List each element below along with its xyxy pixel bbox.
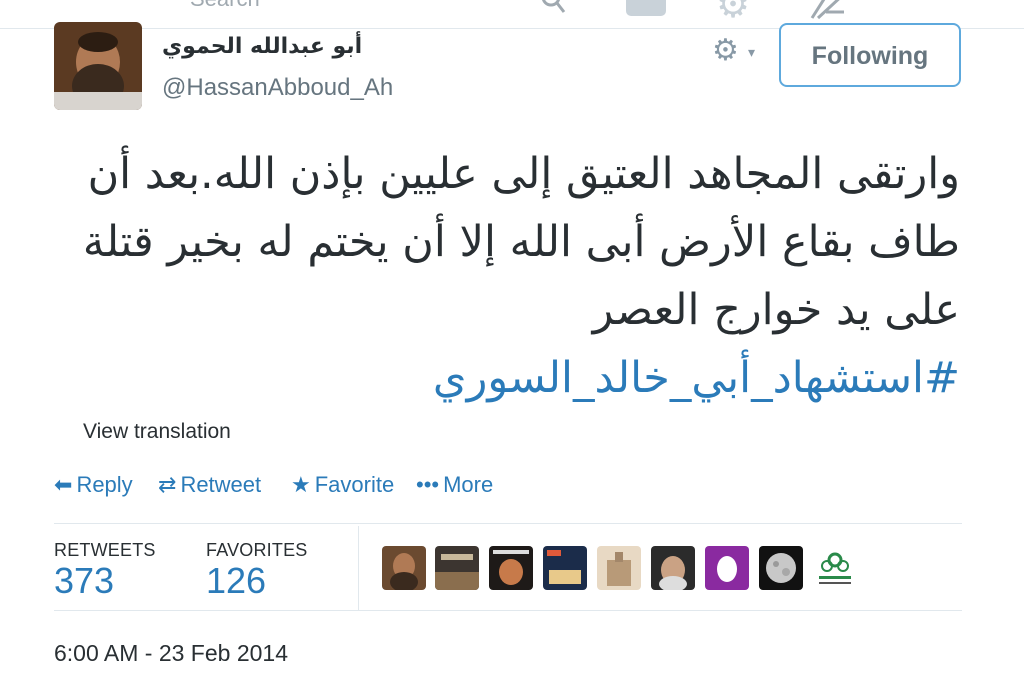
divider <box>358 526 359 610</box>
display-name[interactable]: أبو عبدالله الحموي <box>162 34 362 59</box>
favoriter-avatar[interactable] <box>813 546 857 590</box>
search-icon[interactable] <box>540 0 566 21</box>
favoriter-avatar[interactable] <box>759 546 803 590</box>
favorite-label: Favorite <box>314 472 395 497</box>
retweet-label: Retweet <box>180 472 262 497</box>
retweets-label: RETWEETS <box>54 540 156 560</box>
favorite-button[interactable]: ★ Favorite <box>291 472 394 498</box>
favoriter-avatar[interactable] <box>543 546 587 590</box>
tweet-line: طاف بقاع الأرض أبى الله إلا أن يختم له ب… <box>82 217 960 267</box>
gear-icon[interactable]: ⚙ <box>712 36 739 66</box>
favoriter-avatar[interactable] <box>651 546 695 590</box>
retweet-icon: ⇄ <box>158 472 177 497</box>
star-icon: ★ <box>291 472 311 497</box>
reply-button[interactable]: ⬅ Reply <box>54 472 133 498</box>
favoriter-avatar[interactable] <box>489 546 533 590</box>
divider <box>54 523 962 524</box>
tweet-text: وارتقى المجاهد العتيق إلى عليين بإذن الل… <box>60 140 960 412</box>
tweet-line: وارتقى المجاهد العتيق إلى عليين بإذن الل… <box>87 149 960 199</box>
more-button[interactable]: ••• More <box>416 472 493 498</box>
gear-icon[interactable]: ⚙ <box>716 0 750 24</box>
compose-icon[interactable] <box>808 0 848 25</box>
tweet-line: على يد خوارج العصر <box>592 285 960 335</box>
more-label: More <box>443 472 494 497</box>
chevron-down-icon[interactable]: ▾ <box>748 44 755 61</box>
more-icon: ••• <box>416 472 440 497</box>
divider <box>54 610 962 611</box>
hashtag-link[interactable]: #استشهاد_أبي_خالد_السوري <box>60 344 960 412</box>
user-handle[interactable]: @HassanAbboud_Ah <box>162 74 393 102</box>
favorites-count[interactable]: 126 <box>206 560 266 602</box>
avatar[interactable] <box>54 22 142 110</box>
retweet-button[interactable]: ⇄ Retweet <box>158 472 261 498</box>
retweets-count[interactable]: 373 <box>54 560 114 602</box>
favorites-label: FAVORITES <box>206 540 308 560</box>
tweet-timestamp[interactable]: 6:00 AM - 23 Feb 2014 <box>54 640 288 667</box>
following-button[interactable]: Following <box>779 23 961 87</box>
messages-icon[interactable] <box>626 0 666 16</box>
search-input[interactable]: Search <box>190 0 260 12</box>
reply-label: Reply <box>76 472 133 497</box>
reply-icon: ⬅ <box>54 472 73 497</box>
favoriter-avatar[interactable] <box>597 546 641 590</box>
favoriter-avatar[interactable] <box>435 546 479 590</box>
favoriter-avatar[interactable] <box>382 546 426 590</box>
favoriter-avatar[interactable] <box>705 546 749 590</box>
view-translation-link[interactable]: View translation <box>83 420 231 444</box>
